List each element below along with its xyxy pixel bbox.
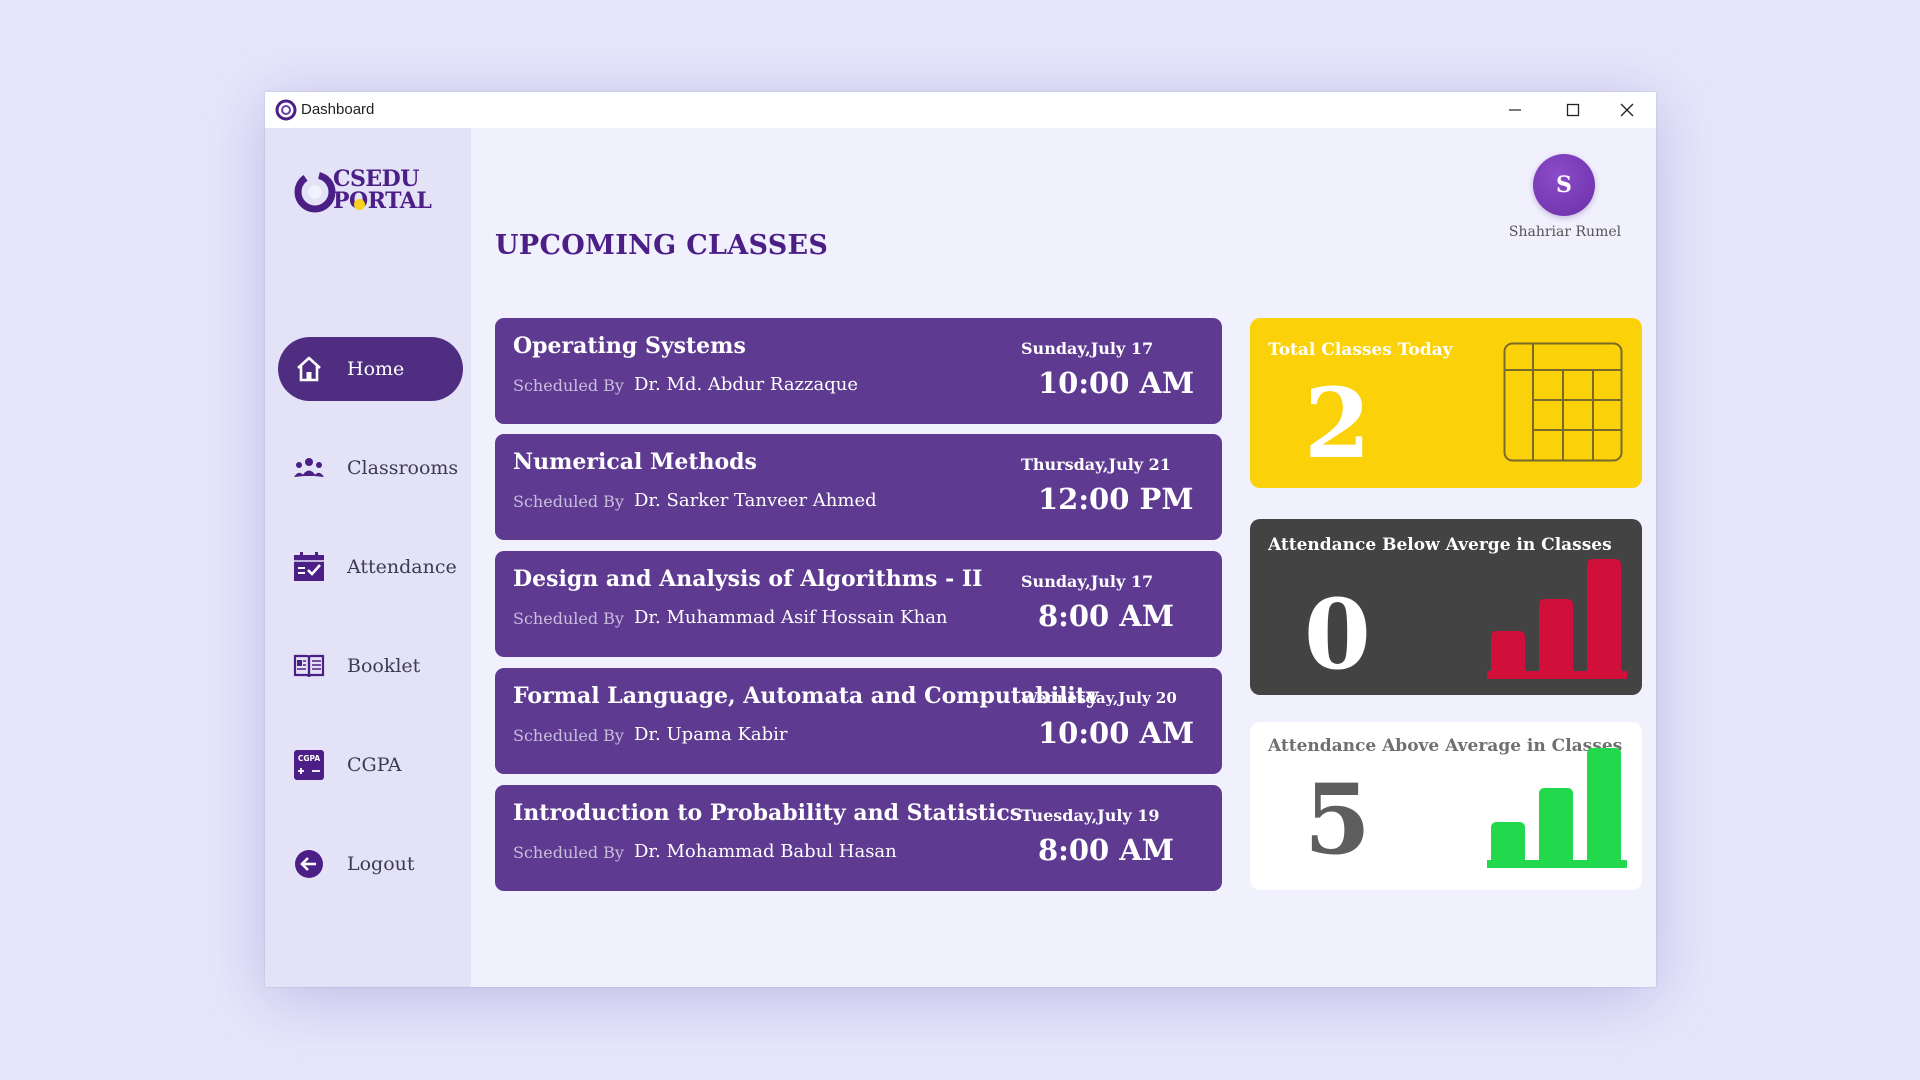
user-name: Shahriar Rumel <box>1508 224 1622 240</box>
bar-chart-icon <box>1487 559 1627 679</box>
sidebar: CSEDU PORTAL Home Classrooms Attendance <box>265 128 471 987</box>
teacher-name: Dr. Sarker Tanveer Ahmed <box>634 490 877 511</box>
class-card[interactable]: Design and Analysis of Algorithms - II S… <box>495 551 1222 657</box>
scheduled-by-label: Scheduled By <box>513 843 624 862</box>
scheduled-by-label: Scheduled By <box>513 492 624 511</box>
calendar-check-icon <box>293 551 325 583</box>
people-icon <box>293 452 325 484</box>
class-date: Sunday,July 17 <box>1021 572 1154 591</box>
close-icon <box>1620 103 1634 117</box>
below-average-label: Attendance Below Averge in Classes <box>1268 535 1612 555</box>
nav-item-attendance[interactable]: Attendance <box>278 535 463 599</box>
page-title: UPCOMING CLASSES <box>495 230 829 261</box>
class-name: Numerical Methods <box>513 449 757 475</box>
below-average-card[interactable]: Attendance Below Averge in Classes 0 <box>1250 519 1642 695</box>
nav-item-classrooms[interactable]: Classrooms <box>278 436 463 500</box>
maximize-icon <box>1566 103 1580 117</box>
minimize-button[interactable] <box>1486 92 1544 128</box>
nav-label-attendance: Attendance <box>347 556 457 578</box>
teacher-name: Dr. Md. Abdur Razzaque <box>634 374 859 395</box>
class-card[interactable]: Numerical Methods Scheduled By Dr. Sarke… <box>495 434 1222 540</box>
window-title: Dashboard <box>301 101 375 118</box>
app-window: Dashboard CSEDU PORTAL Home Classrooms A… <box>265 92 1656 987</box>
nav-label-logout: Logout <box>347 853 415 875</box>
nav-label-cgpa: CGPA <box>347 754 402 776</box>
class-card[interactable]: Formal Language, Automata and Computabil… <box>495 668 1222 774</box>
class-name: Introduction to Probability and Statisti… <box>513 800 1023 826</box>
svg-text:CGPA: CGPA <box>298 754 320 763</box>
bar-chart-icon <box>1487 748 1627 868</box>
class-card[interactable]: Introduction to Probability and Statisti… <box>495 785 1222 891</box>
teacher-name: Dr. Mohammad Babul Hasan <box>634 841 897 862</box>
app-logo-icon <box>275 99 297 121</box>
nav-item-cgpa[interactable]: CGPA CGPA <box>278 733 463 797</box>
nav-label-home: Home <box>347 358 405 380</box>
brand-dot-icon <box>354 199 365 210</box>
brand-logo: CSEDU PORTAL <box>293 164 443 220</box>
title-bar: Dashboard <box>265 92 1656 128</box>
class-time: 8:00 AM <box>1038 833 1174 867</box>
home-icon <box>293 353 325 385</box>
teacher-name: Dr. Upama Kabir <box>634 724 788 745</box>
above-average-value: 5 <box>1304 763 1371 876</box>
teacher-name: Dr. Muhammad Asif Hossain Khan <box>634 607 948 628</box>
user-avatar[interactable]: S <box>1533 154 1595 216</box>
class-date: Wednesday,July 20 <box>1021 689 1177 707</box>
class-time: 8:00 AM <box>1038 599 1174 633</box>
class-time: 10:00 AM <box>1038 716 1195 750</box>
portal-logo-icon <box>294 171 336 213</box>
nav-label-classrooms: Classrooms <box>347 457 459 479</box>
nav-item-logout[interactable]: Logout <box>278 832 463 896</box>
below-average-value: 0 <box>1304 578 1371 691</box>
class-card[interactable]: Operating Systems Scheduled By Dr. Md. A… <box>495 318 1222 424</box>
nav-label-booklet: Booklet <box>347 655 421 677</box>
class-date: Tuesday,July 19 <box>1021 806 1160 825</box>
brand-line2: PORTAL <box>333 188 432 214</box>
nav-item-home[interactable]: Home <box>278 337 463 401</box>
class-date: Sunday,July 17 <box>1021 339 1154 358</box>
grid-table-icon <box>1503 342 1623 462</box>
scheduled-by-label: Scheduled By <box>513 376 624 395</box>
class-name: Formal Language, Automata and Computabil… <box>513 683 1099 709</box>
scheduled-by-label: Scheduled By <box>513 609 624 628</box>
class-name: Operating Systems <box>513 333 746 359</box>
nav-item-booklet[interactable]: Booklet <box>278 634 463 698</box>
close-button[interactable] <box>1598 92 1656 128</box>
class-time: 12:00 PM <box>1038 482 1194 516</box>
book-icon <box>293 650 325 682</box>
class-name: Design and Analysis of Algorithms - II <box>513 566 983 592</box>
total-classes-label: Total Classes Today <box>1268 340 1453 360</box>
total-classes-card[interactable]: Total Classes Today 2 <box>1250 318 1642 488</box>
class-date: Thursday,July 21 <box>1021 455 1171 474</box>
logout-arrow-icon <box>293 848 325 880</box>
class-time: 10:00 AM <box>1038 366 1195 400</box>
calculator-icon: CGPA <box>293 749 325 781</box>
above-average-card[interactable]: Attendance Above Average in Classes 5 <box>1250 722 1642 890</box>
maximize-button[interactable] <box>1544 92 1602 128</box>
scheduled-by-label: Scheduled By <box>513 726 624 745</box>
minimize-icon <box>1509 109 1521 111</box>
total-classes-value: 2 <box>1304 367 1371 480</box>
